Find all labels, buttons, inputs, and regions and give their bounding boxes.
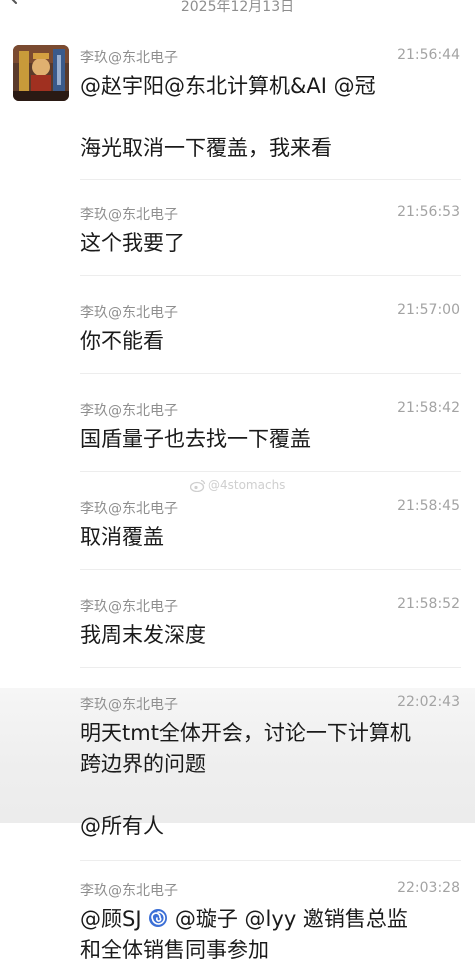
chat-message[interactable]: 李玖@东北电子 22:03:28 @顾SJ @璇子 @lyy 邀销售总监 和全体…: [80, 880, 462, 966]
chat-message[interactable]: 李玖@东北电子 21:56:53 这个我要了: [80, 204, 462, 259]
sender-name[interactable]: 李玖@东北电子: [80, 204, 178, 224]
avatar-image: [13, 45, 69, 101]
sender-name[interactable]: 李玖@东北电子: [80, 694, 178, 714]
message-divider: [80, 860, 461, 861]
date-separator: 2025年12月13日: [180, 0, 295, 15]
chat-message[interactable]: 李玖@东北电子 21:58:52 我周末发深度: [80, 596, 462, 651]
sender-name[interactable]: 李玖@东北电子: [80, 400, 178, 420]
chat-message[interactable]: 李玖@东北电子 21:58:45 取消覆盖: [80, 498, 462, 553]
chat-message[interactable]: 李玖@东北电子 21:57:00 你不能看: [80, 302, 462, 357]
avatar[interactable]: [13, 45, 69, 101]
sender-name[interactable]: 李玖@东北电子: [80, 596, 178, 616]
cyclone-emoji-icon: [149, 909, 168, 927]
message-divider: [80, 569, 461, 570]
sender-name[interactable]: 李玖@东北电子: [80, 498, 178, 518]
message-text: 这个我要了: [80, 231, 185, 255]
sender-name[interactable]: 李玖@东北电子: [80, 302, 178, 322]
weibo-icon: [190, 479, 206, 492]
message-divider: [80, 275, 461, 276]
message-divider: [80, 373, 461, 374]
message-text: 国盾量子也去找一下覆盖: [80, 427, 311, 451]
message-time: 22:03:28: [397, 880, 460, 896]
chat-screen: 2025年12月13日 李玖@东北电子 21:56:44 @赵宇阳@东北计算机&…: [0, 0, 475, 975]
chat-message[interactable]: 李玖@东北电子 21:58:42 国盾量子也去找一下覆盖: [80, 400, 462, 455]
chat-message[interactable]: 李玖@东北电子 21:56:44 @赵宇阳@东北计算机&AI @冠 海光取消一下…: [80, 47, 462, 164]
message-text: 取消覆盖: [80, 525, 164, 549]
watermark: @4stomachs: [190, 478, 285, 492]
message-time: 21:56:44: [397, 47, 460, 63]
chat-message[interactable]: 李玖@东北电子 22:02:43 明天tmt全体开会，讨论一下计算机 跨边界的问…: [80, 694, 462, 842]
message-text: @顾SJ @璇子 @lyy 邀销售总监 和全体销售同事参加: [80, 904, 462, 966]
message-divider: [80, 471, 461, 472]
message-time: 21:56:53: [397, 204, 460, 220]
message-time: 21:58:42: [397, 400, 460, 416]
message-text: 明天tmt全体开会，讨论一下计算机 跨边界的问题 @所有人: [80, 721, 411, 838]
message-divider: [80, 667, 461, 668]
message-time: 21:58:45: [397, 498, 460, 514]
message-time: 22:02:43: [397, 694, 460, 710]
sender-name[interactable]: 李玖@东北电子: [80, 880, 178, 900]
message-text: @赵宇阳@东北计算机&AI @冠 海光取消一下覆盖，我来看: [80, 74, 376, 160]
message-time: 21:58:52: [397, 596, 460, 612]
message-time: 21:57:00: [397, 302, 460, 318]
message-divider: [80, 179, 461, 180]
message-text: 你不能看: [80, 329, 164, 353]
message-text: 我周末发深度: [80, 623, 206, 647]
watermark-text: @4stomachs: [208, 478, 286, 492]
sender-name[interactable]: 李玖@东北电子: [80, 47, 178, 67]
message-text-part: @顾SJ: [80, 907, 149, 931]
